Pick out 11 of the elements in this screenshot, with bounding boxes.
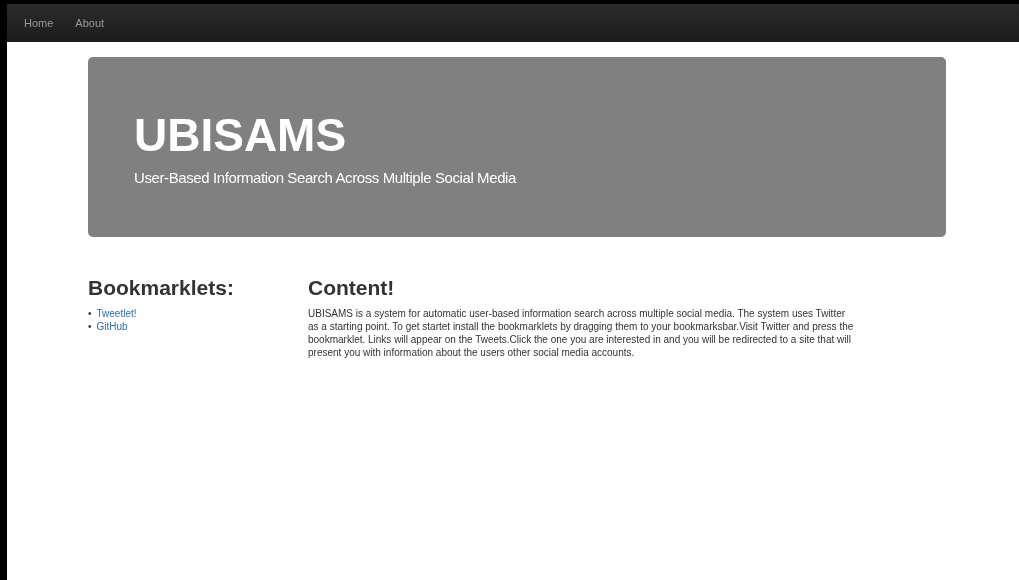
nav-link[interactable]: About — [64, 17, 116, 29]
bookmarklet-link[interactable]: Tweetlet! — [96, 307, 137, 320]
content-paragraph: UBISAMS is a system for automatic user-based information search across multiple social media. The system uses Twitter as a starting point. To get startet install the bookmarklets by dragging them to your bookmarksbar.Visit Twitter and press the bookmarklet. Links will appear on the Tweets.Click the one you are interested in and you will be redirected to a site that will present you with information about the users other social media accounts. — [308, 307, 855, 359]
site-title: UBISAMS — [134, 108, 348, 163]
site-subtitle: User-Based Information Search Across Multiple Social Media — [134, 169, 518, 186]
content-heading: Content! — [308, 275, 396, 301]
nav-link[interactable]: Home — [13, 17, 65, 29]
bullet: • — [88, 307, 92, 320]
bullet: • — [88, 320, 92, 333]
bookmarklet-link[interactable]: GitHub — [96, 320, 128, 333]
sidebar-heading: Bookmarklets: — [88, 275, 235, 301]
